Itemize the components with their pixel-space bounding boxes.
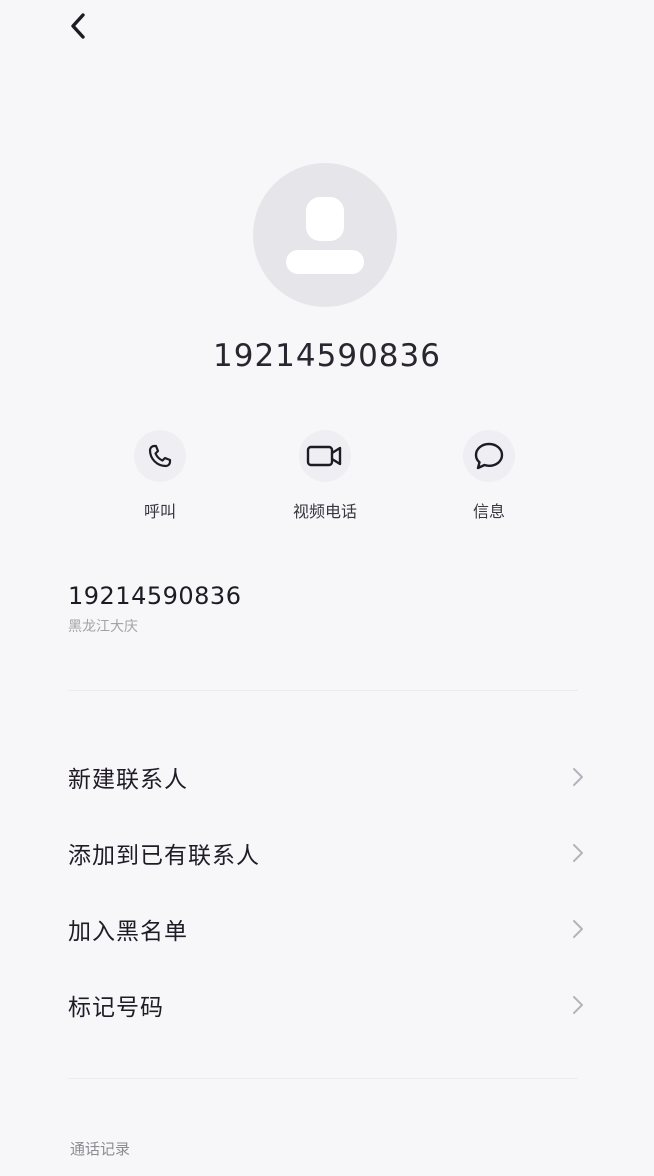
message-bubble-icon (474, 442, 504, 470)
add-to-blacklist-label: 加入黑名单 (68, 919, 188, 945)
contact-number-title: 19214590836 (213, 338, 441, 374)
chevron-right-icon (570, 842, 586, 864)
video-call-button[interactable] (299, 430, 351, 482)
call-button[interactable] (134, 430, 186, 482)
call-log-section-label: 通话记录 (70, 1140, 131, 1158)
person-silhouette-icon (286, 197, 364, 274)
chevron-left-icon (71, 13, 85, 39)
number-info[interactable]: 19214590836 黑龙江大庆 (68, 582, 241, 636)
contact-avatar (253, 163, 397, 307)
info-number: 19214590836 (68, 582, 242, 610)
call-label: 呼叫 (143, 502, 176, 521)
message-label: 信息 (472, 502, 505, 521)
message-action[interactable]: 信息 (434, 430, 544, 522)
message-button[interactable] (463, 430, 515, 482)
chevron-right-icon (570, 994, 586, 1016)
new-contact-item[interactable]: 新建联系人 (68, 747, 586, 807)
call-action[interactable]: 呼叫 (105, 430, 215, 522)
divider (68, 690, 578, 691)
back-button[interactable] (60, 8, 96, 44)
phone-icon (148, 444, 172, 468)
chevron-right-icon (570, 766, 586, 788)
new-contact-label: 新建联系人 (68, 767, 188, 793)
video-camera-icon (306, 445, 342, 467)
divider (68, 1078, 578, 1079)
add-to-blacklist-item[interactable]: 加入黑名单 (68, 899, 586, 959)
mark-number-item[interactable]: 标记号码 (68, 975, 586, 1035)
mark-number-label: 标记号码 (68, 995, 164, 1021)
add-to-existing-contact-item[interactable]: 添加到已有联系人 (68, 823, 586, 883)
add-to-existing-contact-label: 添加到已有联系人 (68, 843, 260, 869)
video-call-action[interactable]: 视频电话 (270, 430, 380, 522)
info-location: 黑龙江大庆 (68, 619, 138, 635)
video-call-label: 视频电话 (292, 502, 357, 521)
chevron-right-icon (570, 918, 586, 940)
